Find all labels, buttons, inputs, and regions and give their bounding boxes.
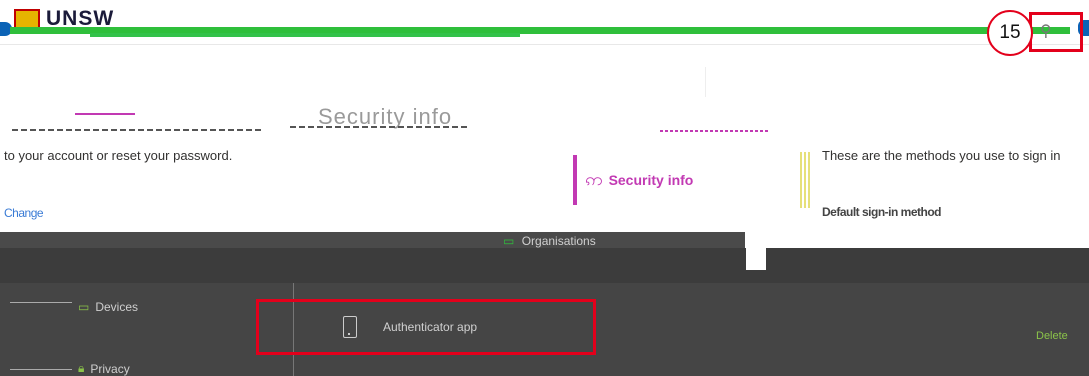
- authenticator-app-method[interactable]: Authenticator app: [256, 299, 596, 355]
- focus-indicator: [800, 152, 810, 208]
- lock-icon: 🔒︎: [78, 361, 85, 375]
- sidebar-item-label: Privacy: [90, 361, 130, 376]
- default-sign-in-method: Default sign-in method: [822, 205, 942, 219]
- methods-description: These are the methods you use to sign in: [822, 148, 1061, 163]
- divider-left: [12, 129, 262, 131]
- sidebar-item-security-info[interactable]: ဢ Security info: [573, 155, 796, 205]
- sidebar-item-label: Devices: [95, 300, 139, 314]
- header-green-stripe-secondary: [90, 33, 520, 37]
- sidebar-item-devices[interactable]: ▭ Devices: [78, 300, 138, 314]
- divider-middle: [290, 126, 470, 128]
- divider-line: [10, 369, 72, 370]
- method-label: Authenticator app: [383, 320, 478, 334]
- band-notch: [746, 240, 766, 270]
- change-link[interactable]: Change: [4, 206, 44, 220]
- building-icon: ▭: [503, 234, 515, 248]
- sidebar-item-privacy[interactable]: 🔒︎ Privacy: [78, 361, 130, 376]
- step-number-badge: 15: [987, 10, 1033, 56]
- person-key-icon: ဢ: [585, 168, 603, 189]
- sidebar-band: [0, 232, 745, 248]
- account-description: to your account or reset your password.: [4, 148, 233, 163]
- page-title-strip: [0, 97, 1089, 141]
- accent-dotted-line: [660, 130, 770, 132]
- overview-underline: [75, 113, 135, 115]
- sidebar-item-label: Organisations: [521, 234, 596, 248]
- divider-line: [10, 302, 72, 303]
- unsw-crest-icon: [14, 9, 40, 29]
- highlight-box-top-right: [1029, 12, 1083, 52]
- sidebar-item-label: Security info: [608, 172, 694, 188]
- sidebar-item-organisations[interactable]: ▭ Organisations: [503, 234, 596, 248]
- content-band: [0, 248, 1089, 283]
- change-link-row[interactable]: Change: [4, 206, 44, 220]
- delete-method-link[interactable]: Delete: [1036, 330, 1068, 342]
- laptop-icon: ▭: [78, 300, 90, 314]
- phone-icon: [343, 316, 357, 338]
